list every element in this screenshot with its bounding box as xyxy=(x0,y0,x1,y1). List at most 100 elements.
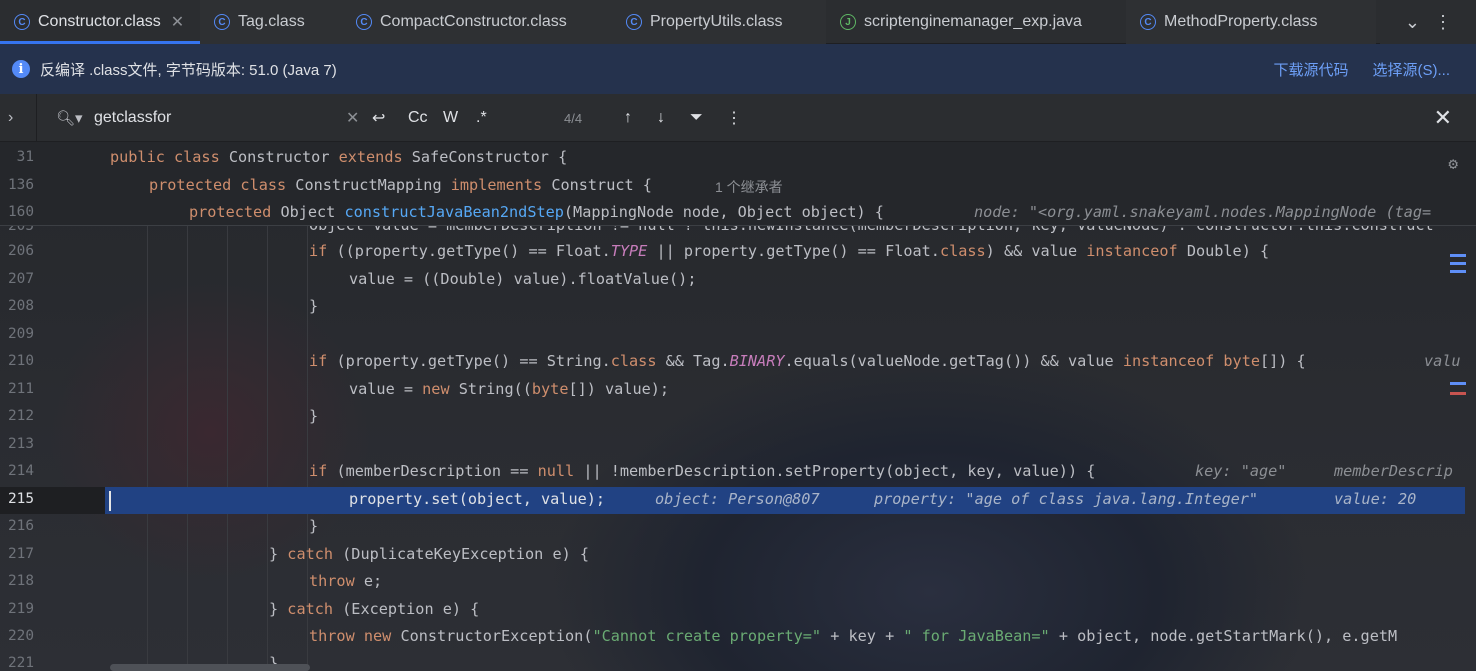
chevron-down-icon[interactable]: ⌄ xyxy=(1405,12,1420,33)
download-source-link[interactable]: 下载源代码 xyxy=(1273,59,1348,80)
line-number: 215 xyxy=(8,491,34,507)
code-line: property.set(object, value); xyxy=(349,490,606,508)
code-line: if ((property.getType() == Float.TYPE ||… xyxy=(309,242,1270,260)
string-literal: "Cannot create property=" xyxy=(592,627,822,645)
arrow-down-icon[interactable]: ↓ xyxy=(657,94,665,142)
line-number: 136 xyxy=(8,177,34,193)
class-icon: C xyxy=(1140,14,1156,30)
code-line: } xyxy=(309,407,319,425)
choose-source-link[interactable]: 选择源(S)... xyxy=(1373,59,1451,80)
inline-hint: valu xyxy=(1424,352,1461,370)
line-number: 212 xyxy=(8,408,34,424)
regex-button[interactable]: .* xyxy=(476,94,487,142)
code-line: value = new String((byte[]) value); xyxy=(349,380,670,398)
scroll-marker xyxy=(1450,382,1466,385)
sticky-line[interactable]: public class Constructor extends SafeCon… xyxy=(110,148,567,166)
sticky-scope-header: 31 public class Constructor extends Safe… xyxy=(0,142,1476,226)
inline-hint-node: node: "<org.yaml.snakeyaml.nodes.Mapping… xyxy=(974,203,1432,221)
chevron-right-icon[interactable]: › xyxy=(8,94,13,142)
line-number: 207 xyxy=(8,271,34,287)
inline-hint-property: property: "age of class java.lang.Intege… xyxy=(874,490,1259,508)
filter-icon[interactable]: ⏷ xyxy=(690,94,703,142)
more-vertical-icon[interactable]: ⋮ xyxy=(1434,12,1452,33)
editor-tab-bar: C Constructor.class ✕ C Tag.class C Comp… xyxy=(0,0,1476,44)
whole-words-button[interactable]: W xyxy=(443,94,458,142)
banner-links: 下载源代码 选择源(S)... xyxy=(1273,44,1450,94)
tab-label: CompactConstructor.class xyxy=(380,13,567,30)
tab-propertyutils-class[interactable]: C PropertyUtils.class xyxy=(612,0,826,44)
code-line: throw e; xyxy=(309,572,383,590)
tab-methodproperty-class[interactable]: C MethodProperty.class xyxy=(1126,0,1376,44)
arrow-up-icon[interactable]: ↑ xyxy=(624,94,632,142)
scroll-marker xyxy=(1450,262,1466,265)
new-line-icon[interactable]: ↩ xyxy=(372,94,385,142)
tab-tag-class[interactable]: C Tag.class xyxy=(200,0,342,44)
class-icon: C xyxy=(626,14,642,30)
line-number: 31 xyxy=(16,149,34,165)
match-count: 4/4 xyxy=(564,110,583,126)
line-number: 160 xyxy=(8,204,34,220)
line-number: 214 xyxy=(8,463,34,479)
code-line: if (property.getType() == String.class &… xyxy=(309,352,1306,370)
line-number: 213 xyxy=(8,436,34,452)
horizontal-scrollbar[interactable] xyxy=(110,664,310,671)
close-icon[interactable]: ✕ xyxy=(171,12,184,32)
sticky-line[interactable]: protected Object constructJavaBean2ndSte… xyxy=(189,203,884,221)
gear-icon[interactable]: ⚙ xyxy=(1448,154,1458,173)
inline-hint-member: memberDescrip xyxy=(1334,462,1453,480)
code-line: if (memberDescription == null || !member… xyxy=(309,462,1096,480)
line-number: 221 xyxy=(8,655,34,671)
tab-label: Tag.class xyxy=(238,13,305,30)
line-number: 206 xyxy=(8,243,34,259)
divider xyxy=(36,94,37,142)
scroll-marker xyxy=(1450,254,1466,257)
code-line: } catch (DuplicateKeyException e) { xyxy=(269,545,590,563)
scroll-marker xyxy=(1450,270,1466,273)
search-history-icon[interactable]: 🔍︎▾ xyxy=(56,94,83,142)
inline-hint-value: value: 20 xyxy=(1334,490,1417,508)
more-vertical-icon[interactable]: ⋮ xyxy=(726,94,742,142)
banner-text: 反编译 .class文件, 字节码版本: 51.0 (Java 7) xyxy=(40,61,337,79)
line-number: 216 xyxy=(8,518,34,534)
code-line: } xyxy=(309,517,319,535)
code-editor[interactable]: 205 Object value = memberDescription != … xyxy=(0,142,1476,671)
code-line: throw new ConstructorException("Cannot c… xyxy=(309,627,1398,645)
class-icon: C xyxy=(14,14,30,30)
match-case-button[interactable]: Cc xyxy=(408,94,428,142)
inheritors-hint[interactable]: 1 个继承者 xyxy=(715,177,783,197)
tab-label: scriptenginemanager_exp.java xyxy=(864,13,1082,30)
code-line: value = ((Double) value).floatValue(); xyxy=(349,270,697,288)
decompiled-banner: i 反编译 .class文件, 字节码版本: 51.0 (Java 7) 下载源… xyxy=(0,44,1476,94)
java-file-icon: J xyxy=(840,14,856,30)
tab-actions: ⌄ ⋮ xyxy=(1380,0,1476,44)
line-number: 217 xyxy=(8,546,34,562)
tab-label: Constructor.class xyxy=(38,13,161,30)
tab-compactconstructor-class[interactable]: C CompactConstructor.class xyxy=(342,0,612,44)
line-number: 218 xyxy=(8,573,34,589)
inline-hint-object: object: Person@807 xyxy=(655,490,820,508)
code-line: } xyxy=(309,297,319,315)
line-number: 220 xyxy=(8,628,34,644)
find-bar: › 🔍︎▾ getclassfor ✕ ↩ Cc W .* 4/4 ↑ ↓ ⏷ … xyxy=(0,94,1476,142)
string-literal: " for JavaBean=" xyxy=(903,627,1050,645)
info-icon: i xyxy=(12,60,30,78)
close-icon[interactable]: ✕ xyxy=(1434,94,1452,142)
scroll-marker xyxy=(1450,392,1466,395)
line-number: 210 xyxy=(8,353,34,369)
tab-label: PropertyUtils.class xyxy=(650,13,783,30)
sticky-line[interactable]: protected class ConstructMapping impleme… xyxy=(149,176,652,194)
code-line: } catch (Exception e) { xyxy=(269,600,480,618)
line-number: 211 xyxy=(8,381,34,397)
tab-label: MethodProperty.class xyxy=(1164,13,1318,30)
search-input[interactable]: getclassfor xyxy=(94,94,171,142)
text-caret xyxy=(109,491,111,511)
class-icon: C xyxy=(356,14,372,30)
clear-icon[interactable]: ✕ xyxy=(346,94,359,142)
line-number: 209 xyxy=(8,326,34,342)
tab-constructor-class[interactable]: C Constructor.class ✕ xyxy=(0,0,200,44)
class-icon: C xyxy=(214,14,230,30)
inline-hint-key: key: "age" xyxy=(1195,462,1287,480)
line-number: 219 xyxy=(8,601,34,617)
tab-scriptenginemanager-java[interactable]: J scriptenginemanager_exp.java xyxy=(826,0,1126,44)
line-number: 208 xyxy=(8,298,34,314)
